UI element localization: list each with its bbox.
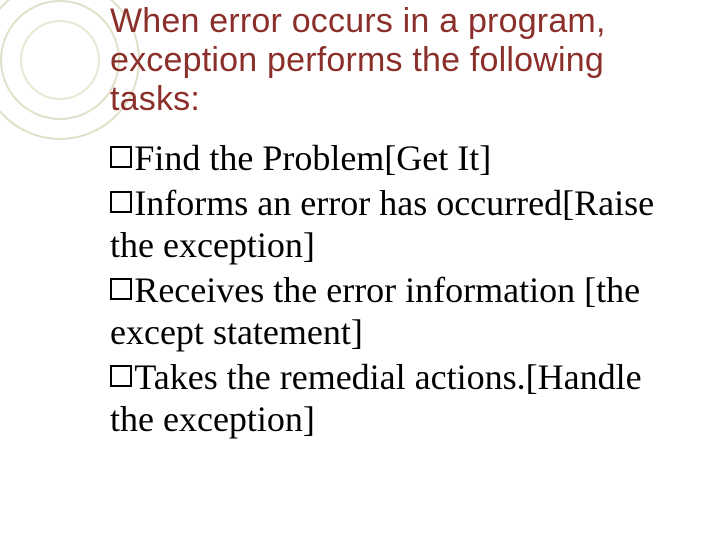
list-item: Informs an error has occurred[Raise the … (110, 182, 680, 267)
slide: When error occurs in a program, exceptio… (0, 0, 720, 540)
list-item-text: Find the Problem[Get It] (134, 138, 491, 178)
list-item: Takes the remedial actions.[Handle the e… (110, 356, 680, 441)
list-item-text: Takes the remedial actions.[Handle the e… (110, 357, 642, 439)
bullet-icon (110, 191, 132, 213)
slide-body: Find the Problem[Get It] Informs an erro… (110, 137, 680, 440)
bullet-icon (110, 146, 132, 168)
list-item: Receives the error information [the exce… (110, 269, 680, 354)
list-item-text: Receives the error information [the exce… (110, 270, 640, 352)
bullet-icon (110, 278, 132, 300)
list-item: Find the Problem[Get It] (110, 137, 680, 179)
list-item-text: Informs an error has occurred[Raise the … (110, 183, 654, 265)
slide-title: When error occurs in a program, exceptio… (110, 0, 680, 137)
bullet-icon (110, 365, 132, 387)
